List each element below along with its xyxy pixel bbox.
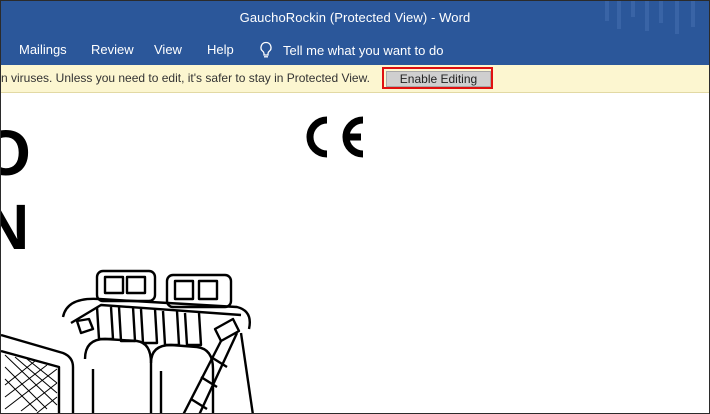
title-bar: GauchoRockin (Protected View) - Word <box>1 1 709 35</box>
tell-me-search[interactable]: Tell me what you want to do <box>259 39 443 61</box>
ribbon-tabs: Mailings Review View Help Tell me what y… <box>1 34 709 65</box>
heading-letter-n: N <box>1 195 29 259</box>
protected-view-message: n viruses. Unless you need to edit, it's… <box>1 71 370 85</box>
ce-mark-icon <box>306 116 364 158</box>
tab-mailings[interactable]: Mailings <box>19 42 67 57</box>
word-window: GauchoRockin (Protected View) - Word Mai… <box>0 0 710 414</box>
enable-editing-highlight: Enable Editing <box>382 67 493 89</box>
lightbulb-icon <box>260 41 272 58</box>
tab-review[interactable]: Review <box>91 42 134 57</box>
enable-editing-button[interactable]: Enable Editing <box>386 71 491 87</box>
protected-view-bar: n viruses. Unless you need to edit, it's… <box>1 65 709 93</box>
tell-me-label: Tell me what you want to do <box>283 42 444 58</box>
heading-letter-o: O <box>1 121 31 185</box>
document-page: O N <box>1 93 709 413</box>
tab-help[interactable]: Help <box>207 42 234 57</box>
vehicle-illustration <box>1 269 254 413</box>
tab-view[interactable]: View <box>154 42 182 57</box>
